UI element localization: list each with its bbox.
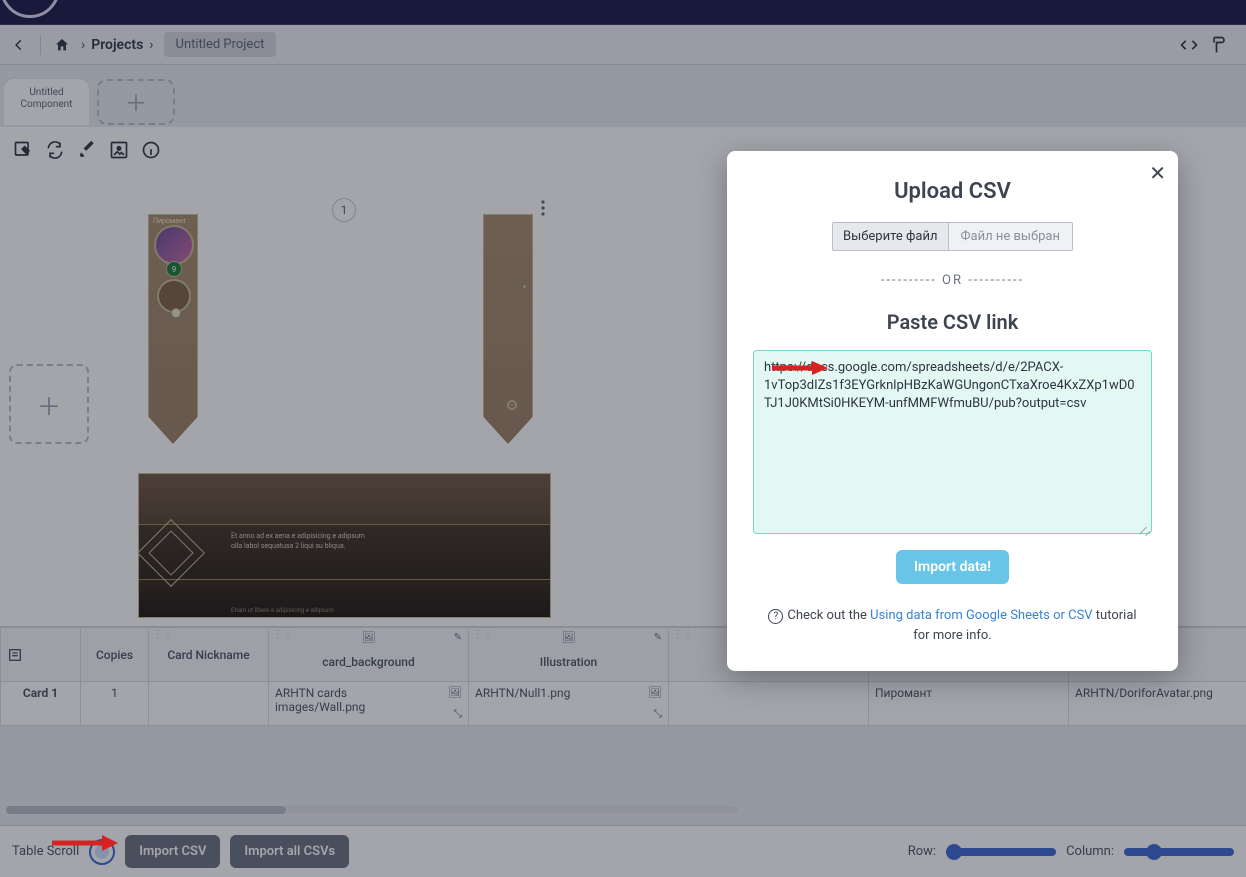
help-icon: ? xyxy=(768,609,783,624)
help-text: ?Check out the Using data from Google Sh… xyxy=(753,606,1152,645)
modal-title: Upload CSV xyxy=(753,179,1152,204)
csv-link-textarea[interactable] xyxy=(753,350,1152,534)
or-separator: ---------- OR ---------- xyxy=(753,273,1152,288)
paste-csv-title: Paste CSV link xyxy=(753,310,1152,334)
file-input[interactable]: Выберите файл Файл не выбран xyxy=(832,222,1073,251)
upload-csv-modal: ✕ Upload CSV Выберите файл Файл не выбра… xyxy=(727,151,1178,671)
import-data-button[interactable]: Import data! xyxy=(896,550,1009,584)
file-status: Файл не выбран xyxy=(949,223,1072,250)
choose-file-button[interactable]: Выберите файл xyxy=(833,223,948,250)
help-link[interactable]: Using data from Google Sheets or CSV xyxy=(870,608,1092,623)
close-icon[interactable]: ✕ xyxy=(1149,161,1166,185)
